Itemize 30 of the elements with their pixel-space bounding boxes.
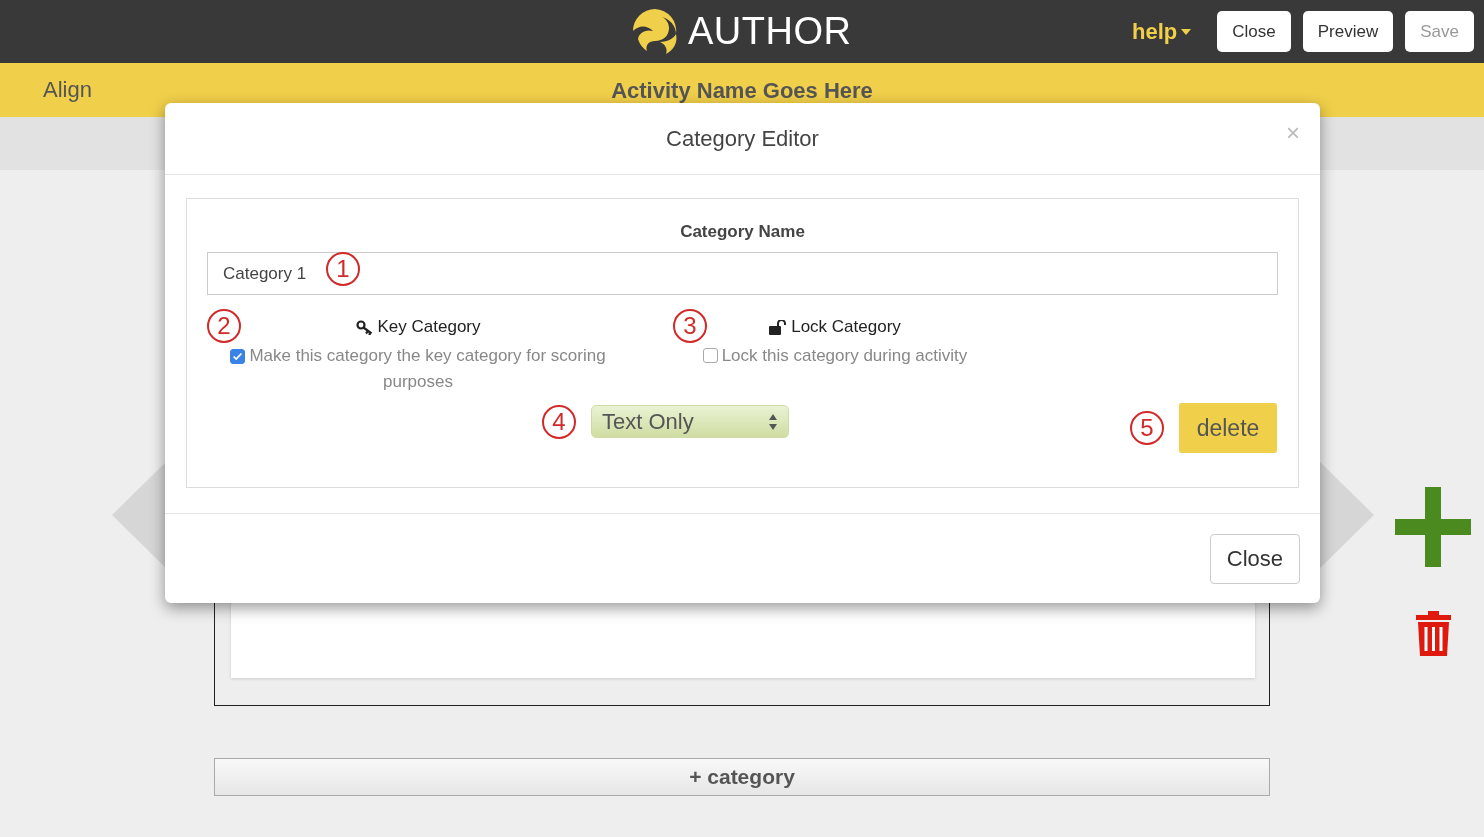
activity-name: Activity Name Goes Here <box>611 78 873 103</box>
logo-text: AUTHOR <box>688 9 852 53</box>
checkbox-label: Make this category the key category for scoring purposes <box>249 346 606 391</box>
annotation-number: 3 <box>673 309 707 343</box>
display-type-select[interactable]: Text Only <box>591 405 789 438</box>
close-button[interactable]: Close <box>1209 533 1300 584</box>
section-label: Category Name <box>680 222 805 241</box>
toolbar-button[interactable]: Preview <box>1302 11 1394 52</box>
checkbox[interactable] <box>702 348 718 363</box>
annotation-number: 2 <box>207 309 241 343</box>
checkbox[interactable] <box>230 349 246 364</box>
plus-icon[interactable] <box>1395 487 1471 567</box>
key-category-label: Key Category <box>355 317 481 337</box>
annotation-number: 5 <box>1130 411 1164 445</box>
trash-icon[interactable] <box>1414 611 1453 656</box>
dialog-title: Category Editor <box>666 125 819 152</box>
checkmark-icon <box>231 350 245 363</box>
annotation-number: 1 <box>326 252 360 286</box>
add-category-button[interactable]: + category <box>214 758 1270 796</box>
checkbox-label: Lock this category during activity <box>721 346 968 365</box>
annotation-number: 4 <box>542 405 576 439</box>
caret-icon <box>1181 28 1192 35</box>
delete-button[interactable]: delete <box>1179 403 1277 453</box>
lock-icon <box>769 319 787 335</box>
lock-category-label: Lock Category <box>769 317 901 337</box>
help-menu[interactable]: help <box>1132 18 1192 45</box>
toolbar-button[interactable]: Close <box>1217 11 1291 52</box>
next-arrow-icon[interactable] <box>1318 460 1374 570</box>
key-icon <box>355 319 373 335</box>
mode-label: Align <box>43 77 92 103</box>
